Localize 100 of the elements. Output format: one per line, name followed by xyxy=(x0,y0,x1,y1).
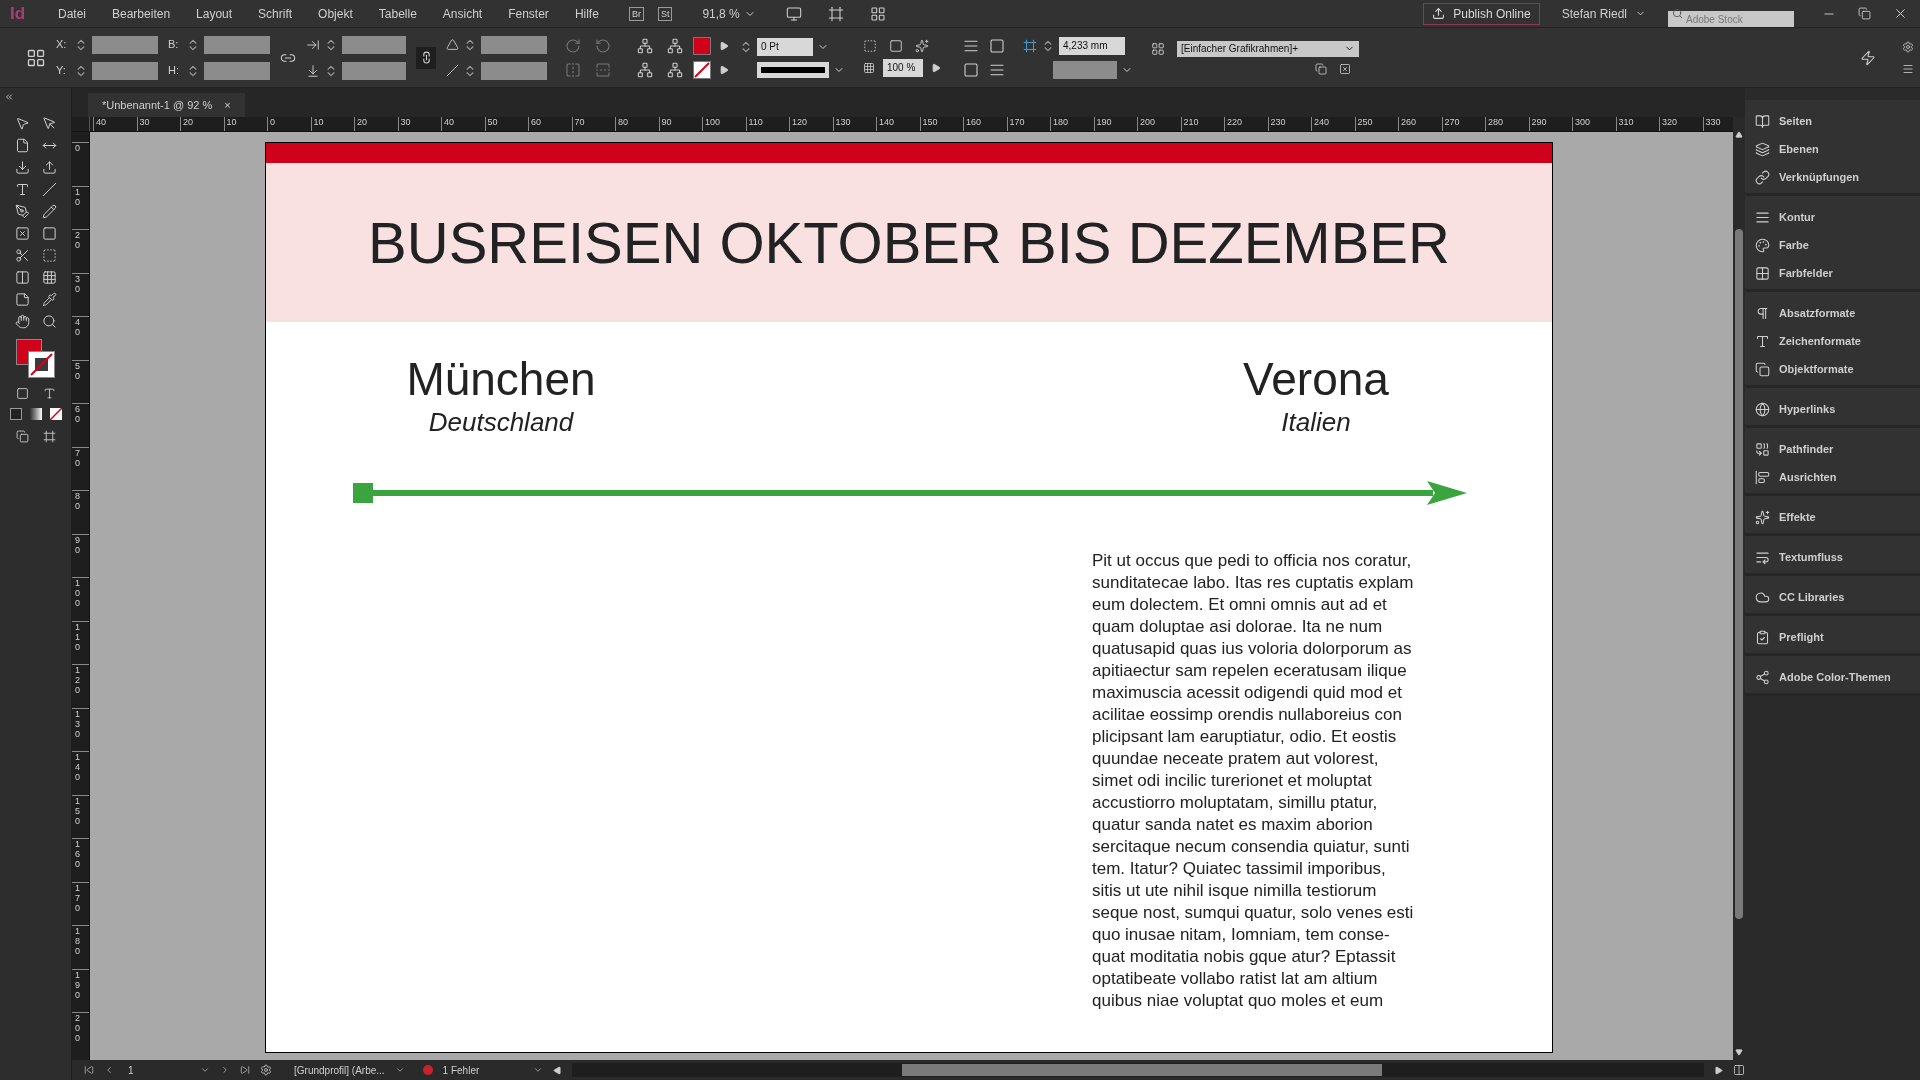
close-icon[interactable] xyxy=(1893,6,1908,21)
last-page-icon[interactable] xyxy=(240,1065,250,1075)
tray-in-icon[interactable] xyxy=(14,160,30,175)
hierarchy-icon[interactable] xyxy=(667,37,683,54)
first-page-icon[interactable] xyxy=(84,1065,94,1075)
scroll-left-icon[interactable] xyxy=(552,1065,562,1075)
checker-icon[interactable] xyxy=(863,61,875,74)
hierarchy-icon[interactable] xyxy=(637,61,653,78)
restore-icon[interactable] xyxy=(1858,7,1871,20)
menu-item[interactable]: Datei xyxy=(58,4,86,23)
pencil-icon[interactable] xyxy=(41,204,57,219)
panel-item[interactable]: Ebenen xyxy=(1745,135,1920,163)
caret-icon[interactable] xyxy=(394,1065,405,1075)
panel-item[interactable]: Ausrichten xyxy=(1745,463,1920,491)
input-field[interactable]: 100 % xyxy=(883,58,923,77)
scrollbar-thumb[interactable] xyxy=(901,1064,1382,1076)
input-field[interactable] xyxy=(481,61,547,80)
page-number[interactable]: 1 xyxy=(124,1062,190,1078)
rotate-left-icon[interactable] xyxy=(595,37,611,54)
rectangle-icon[interactable] xyxy=(41,226,57,241)
lightning-icon[interactable] xyxy=(1860,49,1876,66)
container-icon[interactable] xyxy=(15,387,29,400)
page-icon[interactable] xyxy=(14,138,30,153)
menu-item[interactable]: Fenster xyxy=(508,4,549,23)
arrange-icon[interactable] xyxy=(869,5,886,22)
menu-item[interactable]: Hilfe xyxy=(574,4,599,23)
frame-cross-icon[interactable] xyxy=(14,226,30,241)
input-field[interactable] xyxy=(92,61,158,80)
panel-item[interactable]: Kontur xyxy=(1745,203,1920,231)
input-field[interactable] xyxy=(342,61,406,80)
document-tab[interactable]: *Unbenannt-1 @ 92 % × xyxy=(88,93,245,117)
panel-item[interactable]: Zeichenformate xyxy=(1745,327,1920,355)
view-options-icon[interactable] xyxy=(785,5,802,22)
menu-icon[interactable] xyxy=(1902,62,1914,75)
split-view-icon[interactable] xyxy=(1733,1064,1745,1076)
note-icon[interactable] xyxy=(14,292,30,307)
menu-item[interactable]: Ansicht xyxy=(442,4,483,23)
profile-dropdown[interactable]: [Grundprofil] (Arbe... xyxy=(294,1062,385,1078)
panel-item[interactable]: Hyperlinks xyxy=(1745,395,1920,423)
scroll-up-icon[interactable] xyxy=(1735,131,1743,139)
checker-icon[interactable] xyxy=(41,270,57,285)
hierarchy-icon[interactable] xyxy=(637,37,653,54)
frame-fit-icon[interactable] xyxy=(1023,38,1037,53)
eyedropper-icon[interactable] xyxy=(41,292,57,307)
panel-item[interactable]: Pathfinder xyxy=(1745,435,1920,463)
panel-item[interactable]: Preflight xyxy=(1745,623,1920,651)
hand-icon[interactable] xyxy=(14,314,30,329)
panel-item[interactable]: Textumfluss xyxy=(1745,543,1920,571)
panel-item[interactable]: Farbe xyxy=(1745,231,1920,259)
text-icon[interactable] xyxy=(14,182,30,197)
hierarchy-icon[interactable] xyxy=(667,61,683,78)
tray-out-icon[interactable] xyxy=(41,160,57,175)
stroke-none-swatch[interactable] xyxy=(693,60,711,79)
next-page-icon[interactable] xyxy=(220,1065,230,1075)
text-icon[interactable] xyxy=(42,387,56,400)
user-name[interactable]: Stefan Riedl xyxy=(1561,4,1627,23)
panel-item[interactable]: CC Libraries xyxy=(1745,583,1920,611)
pen-icon[interactable] xyxy=(14,204,30,219)
fill-stroke-swatches-drawing[interactable] xyxy=(15,339,56,379)
fill-swatch[interactable] xyxy=(693,36,711,55)
caret-icon[interactable] xyxy=(200,1065,210,1075)
panel-item[interactable]: Effekte xyxy=(1745,503,1920,531)
selection-arrow-icon[interactable] xyxy=(14,116,30,131)
bridge-button[interactable]: St xyxy=(657,6,673,21)
style-grid-icon[interactable] xyxy=(1151,41,1165,56)
none-swatch[interactable] xyxy=(49,408,62,420)
bridge-button[interactable]: Br xyxy=(628,6,644,21)
tab-close[interactable]: × xyxy=(224,96,231,114)
reference-point-icon[interactable] xyxy=(26,47,46,68)
caret-icon[interactable] xyxy=(532,1065,543,1075)
gradient-swatch[interactable] xyxy=(29,408,42,420)
input-field[interactable] xyxy=(1053,60,1117,79)
input-field[interactable]: 4,233 mm xyxy=(1059,36,1125,55)
zoom-level[interactable]: 91,8 % xyxy=(702,4,740,23)
stroke-style-field[interactable] xyxy=(757,61,829,78)
menu-item[interactable]: Bearbeiten xyxy=(112,4,171,23)
error-count[interactable]: 1 Fehler xyxy=(442,1062,523,1078)
panel-item[interactable]: Verknüpfungen xyxy=(1745,163,1920,191)
panel-item[interactable]: Adobe Color-Themen xyxy=(1745,663,1920,691)
input-field[interactable] xyxy=(92,35,158,54)
corner-icon[interactable] xyxy=(863,38,877,53)
previous-page-icon[interactable] xyxy=(104,1065,114,1075)
rotate-right-icon[interactable] xyxy=(565,37,581,54)
dashed-frame-icon[interactable] xyxy=(41,248,57,263)
panel-item[interactable]: Absatzformate xyxy=(1745,299,1920,327)
object-style-dropdown[interactable]: [Einfacher Grafikrahmen]+ xyxy=(1177,40,1359,57)
menu-item[interactable]: Objekt xyxy=(318,4,353,23)
constrain-button[interactable] xyxy=(416,46,436,69)
search-field[interactable]: Adobe Stock xyxy=(1668,11,1794,27)
scrollbar-thumb[interactable] xyxy=(1735,229,1743,919)
input-field[interactable] xyxy=(204,61,270,80)
pointer-icon[interactable] xyxy=(41,116,57,131)
scale-x-icon[interactable] xyxy=(306,37,320,52)
menu-item[interactable]: Schrift xyxy=(258,4,293,23)
scissors-icon[interactable] xyxy=(14,248,30,263)
panel-item[interactable]: Farbfelder xyxy=(1745,259,1920,287)
collapse-icon[interactable] xyxy=(4,92,14,102)
input-field[interactable]: 0 Pt xyxy=(757,37,813,56)
effects-icon[interactable] xyxy=(915,38,929,53)
scroll-down-icon[interactable] xyxy=(1735,1048,1743,1056)
